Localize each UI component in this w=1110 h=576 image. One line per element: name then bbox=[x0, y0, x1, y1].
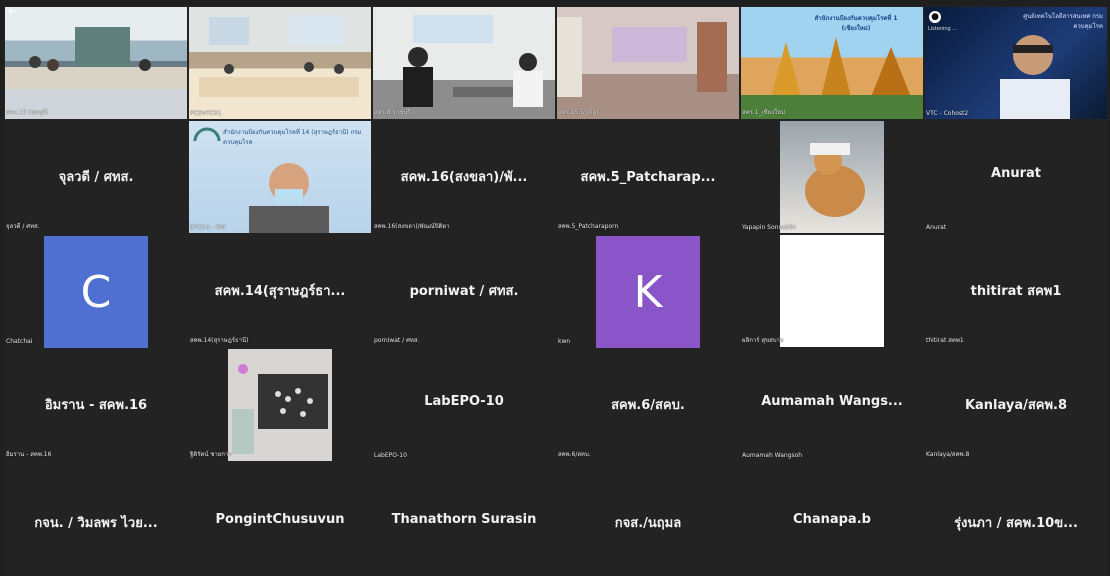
participant-name: thitirat สคพ1 bbox=[970, 284, 1062, 299]
participant-tile[interactable]: C Chatchai bbox=[4, 234, 188, 348]
headset-icon: ● bbox=[929, 11, 941, 23]
participant-caption: ผลิการ์ สุขสบาย bbox=[742, 337, 784, 344]
participant-caption: Anurat bbox=[926, 224, 947, 231]
participant-tile[interactable]: ฐิติรัตน์ ชายการ bbox=[188, 348, 372, 462]
participant-caption: thitirat สคพ1 bbox=[926, 337, 964, 344]
participant-video: สำนักงานป้องกันควบคุมโรคที่ 14 (สุราษฎร์… bbox=[189, 121, 371, 233]
participant-name: Aumamah Wangs... bbox=[761, 394, 903, 409]
banner-text: สำนักงานป้องกันควบคุมโรคที่ 14 (สุราษฎร์… bbox=[223, 129, 362, 146]
participant-tile[interactable]: PCDVTC01 bbox=[188, 6, 372, 120]
participant-tile[interactable]: thitirat สคพ1 thitirat สคพ1 bbox=[924, 234, 1108, 348]
participant-caption: สคพ.5_Patcharaporn bbox=[558, 223, 619, 230]
participant-caption: สคพ.16(สงขลา)/พัณณ์ปิติดา bbox=[374, 223, 450, 230]
participant-caption: VTC - Cohost2 bbox=[926, 110, 969, 117]
participant-tile[interactable]: K kwn bbox=[556, 234, 740, 348]
participant-tile[interactable]: ผลิการ์ สุขสบาย bbox=[740, 234, 924, 348]
participant-video: สำนักงานป้องกันควบคุมโรคที่ 1 (เชียงใหม่… bbox=[741, 7, 923, 119]
participant-video bbox=[228, 349, 332, 461]
participant-tile[interactable]: Aumamah Wangs... Aumamah Wangsoh bbox=[740, 348, 924, 462]
participant-tile[interactable]: รุ่งนภา / สคพ.10ข... bbox=[924, 462, 1108, 576]
participant-caption: จุลวดี / ศทส. bbox=[6, 223, 40, 230]
participant-caption: สคพ.14(สุราษฎร์ธานี) bbox=[190, 337, 249, 344]
avatar: C bbox=[44, 236, 148, 348]
arrow-left-icon[interactable]: ← bbox=[8, 4, 18, 18]
participant-tile[interactable]: สคร.8 ราชบุรี bbox=[372, 6, 556, 120]
participant-tile[interactable]: สคร.13 (ชลบุรี) bbox=[4, 6, 188, 120]
participant-video bbox=[373, 7, 555, 119]
participant-name: LabEPO-10 bbox=[424, 394, 504, 409]
participant-caption: สคร.1_เชียงใหม่ bbox=[742, 109, 786, 116]
participant-tile[interactable]: Kanlaya/สคพ.8 Kanlaya/สคพ.8 bbox=[924, 348, 1108, 462]
participant-tile[interactable]: Yapapin Sonsutthi bbox=[740, 120, 924, 234]
participant-name: กจส./นฤมล bbox=[614, 516, 682, 531]
participant-caption: kwn bbox=[558, 338, 571, 345]
participant-tile[interactable]: porniwat / ศทส. porniwat / ศทส. bbox=[372, 234, 556, 348]
participant-caption: สคร.15 (ภูเก็ต) bbox=[558, 109, 599, 116]
participant-caption: porniwat / ศทส. bbox=[374, 337, 420, 344]
participant-caption: สคร.8 ราชบุรี bbox=[374, 109, 411, 116]
participant-name: สคพ.6/สคบ. bbox=[611, 398, 685, 413]
participant-caption: อิมราน - สคพ.16 bbox=[6, 451, 52, 458]
avatar: K bbox=[596, 236, 700, 348]
participant-tile[interactable]: สคพ.5_Patcharap... สคพ.5_Patcharaporn bbox=[556, 120, 740, 234]
participant-name: Kanlaya/สคพ.8 bbox=[964, 398, 1068, 413]
participant-name: อิมราน - สคพ.16 bbox=[44, 398, 148, 413]
participant-caption: PCDVTC01 bbox=[190, 110, 222, 117]
participant-caption: Yapapin Sonsutthi bbox=[742, 224, 796, 231]
participant-name: PongintChusuvun bbox=[215, 512, 345, 527]
banner-text: สำนักงานป้องกันควบคุมโรคที่ 1 (เชียงใหม่… bbox=[814, 15, 898, 32]
participant-name: จุลวดี / ศทส. bbox=[58, 170, 134, 185]
participant-tile[interactable]: ศูนย์เทคโนโลยีสารสนเทศ กรมควบคุมโรค ● Li… bbox=[924, 6, 1108, 120]
participant-video bbox=[557, 7, 739, 119]
participant-caption: EPO14 - KW bbox=[190, 224, 226, 231]
participant-tile[interactable]: สคพ.6/สคบ. สคพ.6/สคบ. bbox=[556, 348, 740, 462]
participant-name: สคพ.14(สุราษฎร์ธา... bbox=[214, 284, 346, 299]
participant-name: กจน. / วิมลพร ไวย... bbox=[34, 516, 158, 531]
banner-text: ศูนย์เทคโนโลยีสารสนเทศ กรมควบคุมโรค bbox=[1023, 13, 1103, 30]
participant-video bbox=[780, 121, 884, 233]
participant-tile[interactable]: สำนักงานป้องกันควบคุมโรคที่ 14 (สุราษฎร์… bbox=[188, 120, 372, 234]
participant-name: Anurat bbox=[991, 166, 1041, 181]
participant-name: Thanathorn Surasin bbox=[391, 512, 537, 527]
participant-tile[interactable]: Chanapa.b bbox=[740, 462, 924, 576]
participant-video bbox=[189, 7, 371, 119]
participant-tile[interactable]: อิมราน - สคพ.16 อิมราน - สคพ.16 bbox=[4, 348, 188, 462]
participant-tile[interactable]: สำนักงานป้องกันควบคุมโรคที่ 1 (เชียงใหม่… bbox=[740, 6, 924, 120]
participant-tile[interactable]: Anurat Anurat bbox=[924, 120, 1108, 234]
participant-video: ศูนย์เทคโนโลยีสารสนเทศ กรมควบคุมโรค ● Li… bbox=[925, 7, 1107, 119]
participant-name: สคพ.16(สงขลา)/พั... bbox=[400, 170, 528, 185]
participant-tile[interactable]: Thanathorn Surasin bbox=[372, 462, 556, 576]
participant-name: รุ่งนภา / สคพ.10ข... bbox=[954, 516, 1078, 531]
participant-grid: สคร.13 (ชลบุรี) PCDVTC01 สคร.8 ราชบุรี ส… bbox=[4, 6, 1110, 576]
participant-tile[interactable]: PongintChusuvun bbox=[188, 462, 372, 576]
participant-caption: Chatchai bbox=[6, 338, 33, 345]
participant-name: Chanapa.b bbox=[793, 512, 871, 527]
participant-caption: Aumamah Wangsoh bbox=[742, 452, 803, 459]
participant-name: สคพ.5_Patcharap... bbox=[580, 170, 716, 185]
participant-caption: ฐิติรัตน์ ชายการ bbox=[190, 451, 232, 458]
listening-status: Listening ... bbox=[928, 26, 958, 32]
participant-video bbox=[780, 235, 884, 347]
participant-tile[interactable]: กจน. / วิมลพร ไวย... bbox=[4, 462, 188, 576]
participant-caption: LabEPO-10 bbox=[374, 452, 407, 459]
participant-video bbox=[5, 7, 187, 119]
participant-tile[interactable]: จุลวดี / ศทส. จุลวดี / ศทส. bbox=[4, 120, 188, 234]
participant-caption: Kanlaya/สคพ.8 bbox=[926, 451, 970, 458]
participant-caption: สคร.13 (ชลบุรี) bbox=[6, 109, 48, 116]
participant-tile[interactable]: สคพ.16(สงขลา)/พั... สคพ.16(สงขลา)/พัณณ์ป… bbox=[372, 120, 556, 234]
participant-caption: สคพ.6/สคบ. bbox=[558, 451, 591, 458]
participant-tile[interactable]: สคพ.14(สุราษฎร์ธา... สคพ.14(สุราษฎร์ธานี… bbox=[188, 234, 372, 348]
participant-tile[interactable]: กจส./นฤมล bbox=[556, 462, 740, 576]
participant-name: porniwat / ศทส. bbox=[409, 284, 519, 299]
participant-tile[interactable]: LabEPO-10 LabEPO-10 bbox=[372, 348, 556, 462]
participant-tile[interactable]: สคร.15 (ภูเก็ต) bbox=[556, 6, 740, 120]
